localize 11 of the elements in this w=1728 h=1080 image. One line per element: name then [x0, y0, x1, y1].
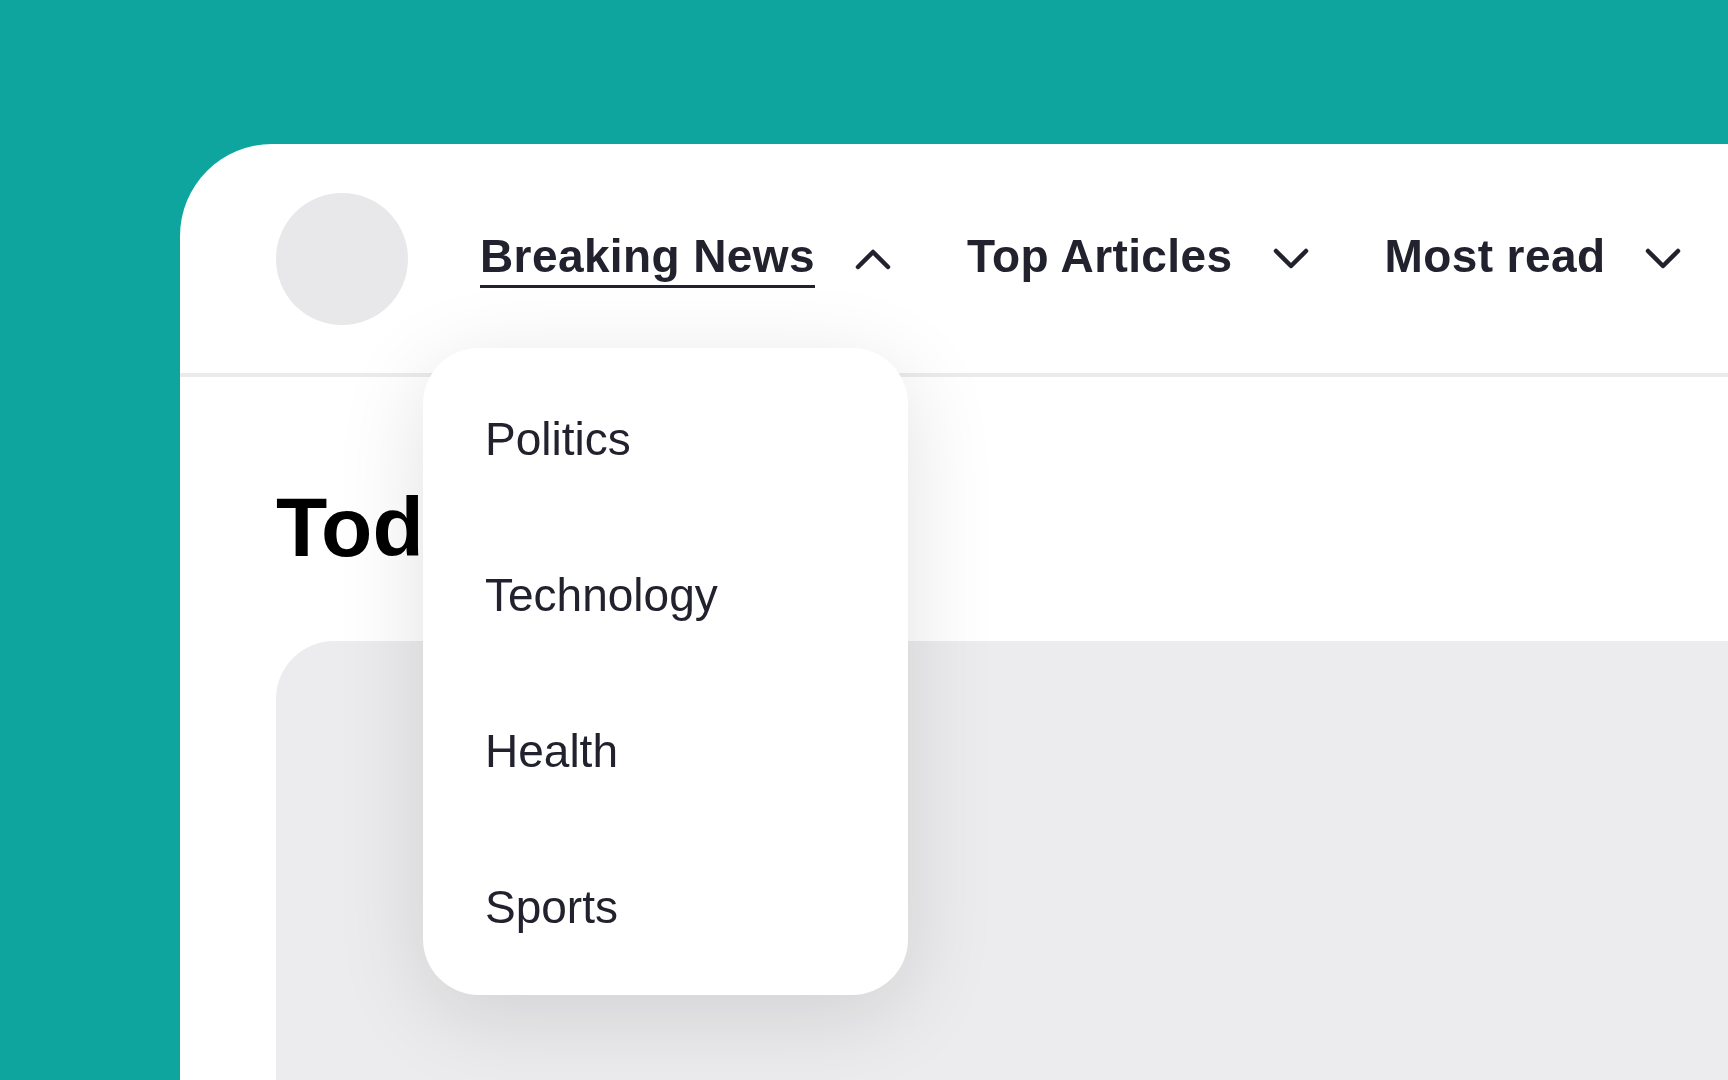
nav-label: Top Articles — [967, 229, 1233, 284]
nav-label: Breaking News — [480, 229, 815, 288]
nav-tab[interactable]: Most read — [1384, 229, 1682, 288]
menu-item[interactable]: Technology — [423, 517, 908, 673]
page-heading: Tod — [276, 485, 425, 569]
menu-item[interactable]: Sports — [423, 829, 908, 985]
menu-item[interactable]: Politics — [423, 361, 908, 517]
menu-item[interactable]: Health — [423, 673, 908, 829]
nav-tab[interactable]: Breaking News — [480, 229, 891, 288]
nav-label: Most read — [1384, 229, 1606, 284]
nav-tab[interactable]: Top Articles — [967, 229, 1309, 288]
